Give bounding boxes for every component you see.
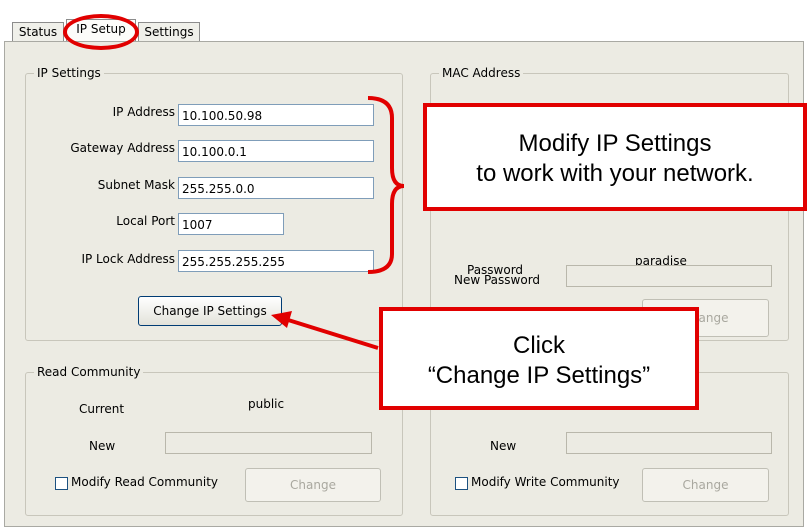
ip-callout-line1: Modify IP Settings [518,130,712,157]
arrow-line [284,317,379,350]
click-callout-line1: Click [513,332,565,359]
annotation-overlay [271,96,405,350]
ip-settings-callout: Modify IP Settings to work with your net… [423,103,807,211]
click-callout: Click “Change IP Settings” [379,307,699,410]
click-callout-line2: “Change IP Settings” [427,362,651,389]
arrow-head [271,311,292,328]
ip-callout-line2: to work with your network. [476,160,754,187]
bracket-shape [367,96,405,274]
